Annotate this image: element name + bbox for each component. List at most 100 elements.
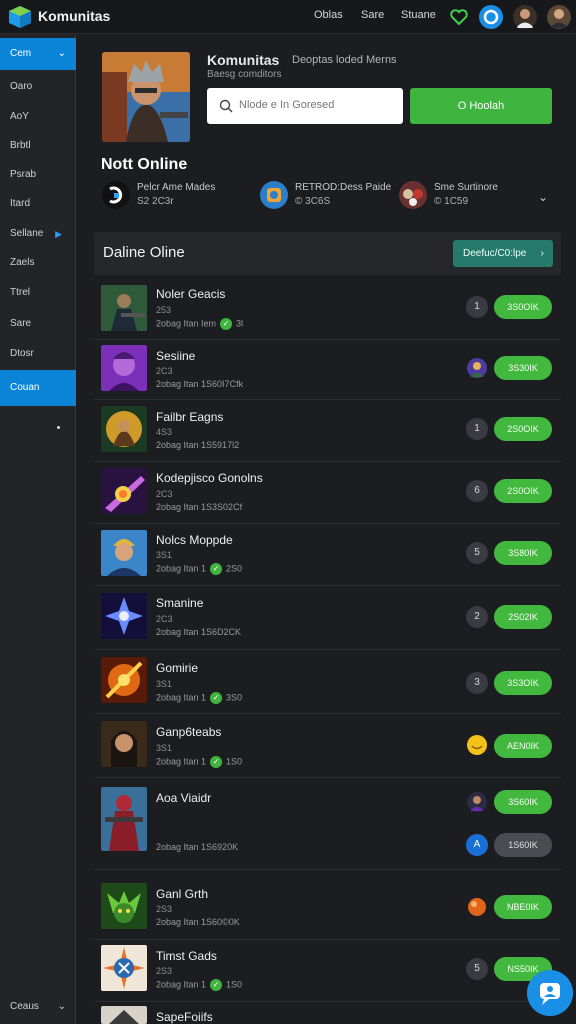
community-description: Deoptas loded Merns (292, 54, 397, 66)
sidebar-footer-select[interactable]: Ceaus ⌄ (0, 992, 76, 1022)
game-thumbnail (101, 468, 147, 514)
row-meta: 2obag Itan 1S60©0K (156, 917, 240, 927)
join-pill-button[interactable]: 3S60IK (494, 790, 552, 814)
join-pill-button[interactable]: NBE0IK (494, 895, 552, 919)
nav-link-oblas[interactable]: Oblas (314, 9, 343, 21)
game-thumbnail (101, 530, 147, 576)
sidebar-item-label: Dtosr (10, 348, 34, 359)
sidebar-item-zaels[interactable]: Zaels (0, 248, 76, 278)
sidebar-item-psrab[interactable]: Psrab (0, 160, 76, 190)
list-item[interactable]: Gomirie 3S1 2obag Itan 1 ✓ 3S0 3 3S3OIK (94, 650, 561, 714)
chevron-down-icon: ⌄ (57, 48, 66, 59)
search-input[interactable]: Nlode e In Goresed (207, 88, 403, 124)
list-item[interactable]: Ganl Grth 2S3 2obag Itan 1S60©0K NBE0IK (94, 878, 561, 940)
game-thumbnail (101, 285, 147, 331)
list-item[interactable]: Aoa Viaidr 2obag Itan 1S6920K 3S60IK A 1… (94, 778, 561, 870)
row-subtitle: 2C3 (156, 366, 173, 376)
sidebar-item-cem[interactable]: Cem ⌄ (0, 38, 76, 70)
chevron-down-icon[interactable]: ⌄ (538, 190, 548, 204)
author-badge: A (466, 834, 488, 856)
community-title: Komunitas (207, 52, 280, 68)
list-item[interactable]: SapeFoiifs (94, 1002, 561, 1024)
chevron-right-icon: › (540, 248, 544, 259)
user-avatar-icon[interactable] (512, 4, 538, 30)
online-user-meta: © 1C59 (434, 196, 469, 207)
join-pill-button[interactable]: 3S0OIK (494, 295, 552, 319)
row-subtitle: 4S3 (156, 427, 173, 437)
list-item[interactable]: Sesiine 2C3 2obag Itan 1S60I7Cfk 3S30IK (94, 340, 561, 400)
heart-icon[interactable] (446, 4, 472, 30)
row-meta-text: 2obag Itan 1 (156, 692, 207, 703)
sidebar-item-itard[interactable]: Itard (0, 189, 76, 219)
row-meta: 2obag Itan 1S5917l2 (156, 440, 240, 450)
join-pill-button[interactable]: 2S0OIK (494, 479, 552, 503)
sidebar-item-couan[interactable]: Couan (0, 370, 76, 406)
sidebar: Cem ⌄ Oaro AoY Brbtl Psrab Itard Sellane… (0, 34, 76, 1024)
list-item[interactable]: Timst Gads 2S3 2obag Itan 1 ✓ 1S0 5 NS50IK (94, 940, 561, 1002)
verified-check-icon: ✓ (220, 318, 233, 330)
row-count: 3S0 (226, 692, 243, 703)
row-title: Failbr Eagns (156, 410, 224, 424)
row-title: Nolcs Moppde (156, 533, 233, 547)
secondary-pill-button[interactable]: 1S60IK (494, 833, 552, 857)
sidebar-item-sare[interactable]: Sare (0, 309, 76, 339)
row-title: Smanine (156, 596, 204, 610)
row-meta-text: 2obag Itan 1 (156, 756, 207, 767)
sidebar-item-aoy[interactable]: AoY (0, 102, 76, 132)
list-item[interactable]: Nolcs Moppde 3S1 2obag Itan 1 ✓ 2S0 5 3S80… (94, 524, 561, 586)
row-title: Noler Geacis (156, 287, 226, 301)
nav-link-sare[interactable]: Sare (361, 9, 384, 21)
join-pill-button[interactable]: 3S80IK (494, 541, 552, 565)
list-filter-button[interactable]: Deefuc/C0:lpe › (453, 240, 553, 267)
online-user-card[interactable]: RETROD:Dess Paide © 3C6S (259, 178, 394, 214)
row-title: Kodepjisco Gonolns (156, 471, 263, 485)
online-user-avatar (102, 181, 130, 209)
profile-avatar-icon[interactable] (546, 4, 572, 30)
list-item[interactable]: Noler Geacis 253 2obag Itan Iem ✓ 3l 1 3S0… (94, 277, 561, 340)
sidebar-item-dtosr[interactable]: Dtosr (0, 339, 76, 369)
verified-check-icon: ✓ (210, 979, 223, 991)
sidebar-item-sellane[interactable]: Sellane ▶ (0, 219, 76, 249)
sidebar-item-label: Brbtl (10, 140, 31, 151)
list-title: Daline Oline (103, 244, 185, 261)
sidebar-item-label: Itard (10, 198, 31, 209)
join-pill-button[interactable]: 3S3OIK (494, 671, 552, 695)
list-item[interactable]: Smanine 2C3 2obag Itan 1S6D2CK 2 2S02IK (94, 586, 561, 650)
row-count: 2S0 (226, 563, 243, 574)
verified-check-icon: ✓ (210, 692, 223, 704)
online-user-avatar (399, 181, 427, 209)
sidebar-item-ttrel[interactable]: Ttrel (0, 278, 76, 308)
list-filter-label: Deefuc/C0:lpe (463, 248, 527, 259)
join-pill-button[interactable]: AEN0IK (494, 734, 552, 758)
online-user-card[interactable]: Sme Surtinore © 1C59 (398, 178, 533, 214)
sidebar-item-brbtl[interactable]: Brbtl (0, 131, 76, 161)
search-icon (219, 99, 233, 113)
join-pill-button[interactable]: 3S30IK (494, 356, 552, 380)
app-logo-icon[interactable] (8, 5, 32, 29)
online-user-card[interactable]: Pelcr Ame Mades S2 2C3r (101, 178, 251, 214)
row-title: Ganp6teabs (156, 725, 222, 739)
sidebar-item-label: AoY (10, 111, 29, 122)
row-meta: 2obag Itan 1S6D2CK (156, 627, 242, 637)
list-item[interactable]: Failbr Eagns 4S3 2obag Itan 1S5917l2 1 2… (94, 400, 561, 462)
community-hero-image (102, 52, 190, 142)
row-count: 3l (236, 318, 244, 329)
row-subtitle: 2C3 (156, 489, 173, 499)
notifications-icon[interactable] (478, 4, 504, 30)
list-item[interactable]: Ganp6teabs 3S1 2obag Itan 1 ✓ 1S0 AEN0IK (94, 714, 561, 778)
rank-badge: 1 (466, 418, 488, 440)
sidebar-item-label: Psrab (10, 169, 37, 180)
sidebar-item-label: Ttrel (10, 287, 30, 298)
join-pill-button[interactable]: 2S0OIK (494, 417, 552, 441)
nav-link-stuane[interactable]: Stuane (401, 9, 436, 21)
sidebar-item-oaro[interactable]: Oaro (0, 72, 76, 102)
search-placeholder: Nlode e In Goresed (239, 99, 335, 111)
row-meta: 2obag Itan 1S60I7Cfk (156, 379, 244, 389)
row-title: Timst Gads (156, 949, 217, 963)
join-button[interactable]: O Hoolah (410, 88, 552, 124)
chat-fab-button[interactable] (527, 970, 573, 1016)
game-thumbnail (101, 787, 147, 851)
list-item[interactable]: Kodepjisco Gonolns 2C3 2obag Itan 1S3S02… (94, 462, 561, 524)
join-pill-button[interactable]: 2S02IK (494, 605, 552, 629)
row-subtitle: 2C3 (156, 614, 173, 624)
